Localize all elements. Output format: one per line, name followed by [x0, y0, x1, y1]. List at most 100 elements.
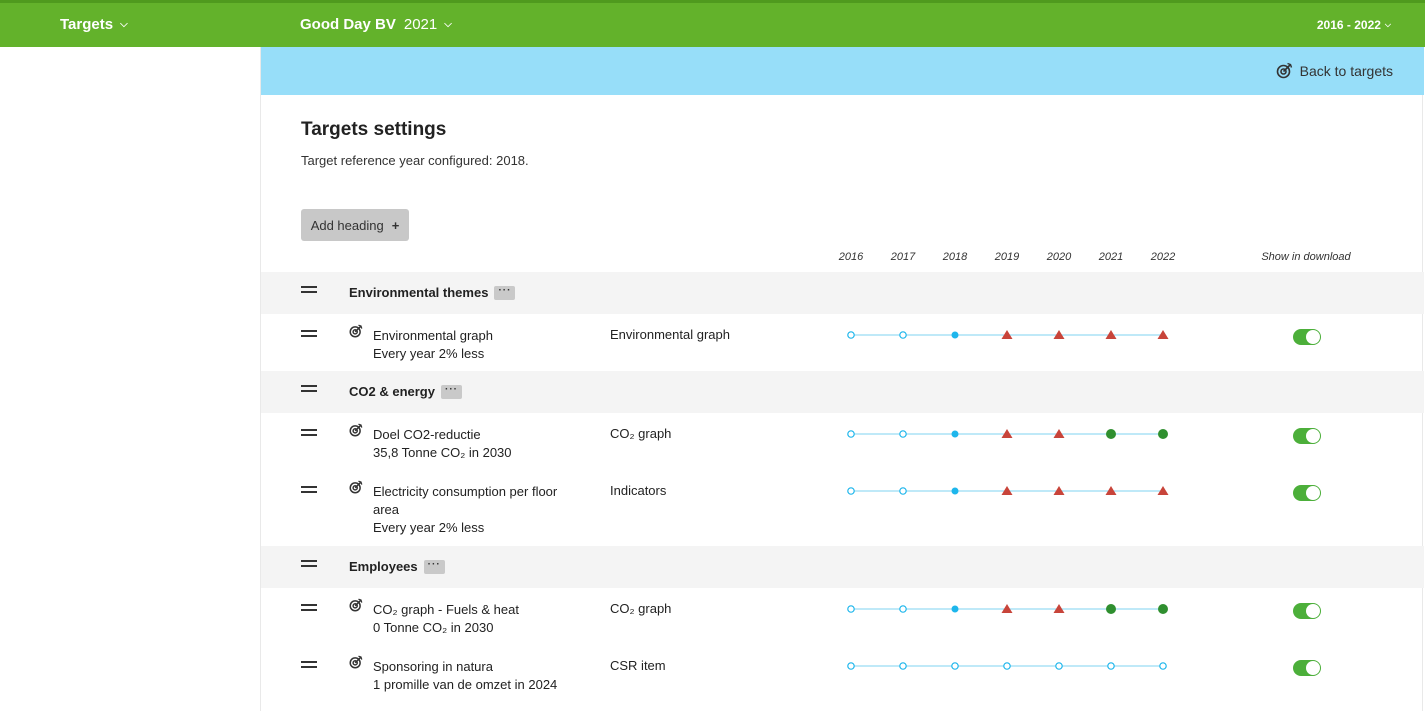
status-achieved-dot — [1106, 604, 1116, 614]
heading-title: CO2 & energy ··· — [349, 384, 462, 399]
show-in-download-toggle[interactable] — [1293, 329, 1321, 345]
target-graph: Indicators — [610, 483, 667, 498]
drag-handle-icon[interactable] — [301, 330, 317, 338]
target-name-cell[interactable]: Doel CO2-reductie 35,8 Tonne CO₂ in 2030 — [373, 426, 583, 462]
company-year: 2021 — [403, 16, 438, 33]
target-row: Electricity consumption per floor area Ev… — [261, 470, 1424, 546]
status-achieved-dot — [1158, 429, 1168, 439]
target-name: CO₂ graph - Fuels & heat — [373, 602, 519, 617]
target-name: Environmental graph — [373, 328, 493, 343]
back-to-targets-link[interactable]: Back to targets — [1276, 62, 1393, 79]
target-row: Sponsoring in natura 1 promille van de om… — [261, 645, 1424, 702]
year-column-header: 2022 — [1150, 251, 1176, 263]
chevron-down-icon: ⌵ — [1384, 20, 1391, 29]
target-name-cell[interactable]: CO₂ graph - Fuels & heat 0 Tonne CO₂ in 2… — [373, 601, 583, 637]
heading-title: Employees ··· — [349, 559, 445, 574]
show-in-download-toggle[interactable] — [1293, 485, 1321, 501]
year-range-label: 2016 - 2022 — [1316, 18, 1381, 32]
status-reference-dot — [951, 430, 959, 438]
show-in-download-header: Show in download — [1261, 251, 1351, 263]
target-description: 0 Tonne CO₂ in 2030 — [373, 620, 494, 635]
chevron-down-icon: ⌵ — [120, 19, 128, 30]
targets-menu-label: Targets — [60, 16, 114, 33]
target-description: 35,8 Tonne CO₂ in 2030 — [373, 445, 512, 460]
heading-row: Environmental themes ··· — [261, 272, 1424, 314]
status-reference-dot — [951, 331, 959, 339]
drag-handle-icon[interactable] — [301, 429, 317, 437]
drag-handle-icon[interactable] — [301, 486, 317, 494]
heading-label: Environmental themes — [349, 285, 489, 300]
target-description: Every year 2% less — [373, 520, 485, 535]
year-status — [841, 598, 1181, 623]
target-icon — [349, 423, 363, 442]
target-icon — [349, 598, 363, 617]
show-in-download-toggle[interactable] — [1293, 660, 1321, 676]
year-column-header: 2021 — [1098, 251, 1124, 263]
drag-handle-icon[interactable] — [301, 286, 317, 294]
chevron-down-icon: ⌵ — [444, 19, 452, 30]
target-name-cell[interactable]: Sponsoring in natura 1 promille van de om… — [373, 658, 583, 694]
plus-icon: + — [391, 217, 400, 233]
target-graph: Environmental graph — [610, 327, 730, 342]
more-options-button[interactable]: ··· — [494, 285, 516, 300]
status-open-dot — [1055, 662, 1063, 670]
status-achieved-dot — [1158, 604, 1168, 614]
target-name: Electricity consumption per floor area — [373, 484, 558, 517]
reference-year-text: Target reference year configured: 2018. — [301, 153, 529, 168]
add-heading-button[interactable]: Add heading + — [301, 209, 409, 241]
target-name-cell[interactable]: Environmental graph Every year 2% less — [373, 327, 583, 363]
company-name: Good Day BV — [300, 16, 396, 33]
target-icon — [349, 480, 363, 499]
year-range-selector[interactable]: 2016 - 2022 ⌵ — [1317, 18, 1391, 32]
status-open-dot — [847, 605, 855, 613]
status-reference-dot — [951, 605, 959, 613]
target-graph: CSR item — [610, 658, 666, 673]
year-column-header: 2017 — [890, 251, 916, 263]
year-status — [841, 655, 1181, 680]
year-status-track — [847, 662, 1167, 670]
status-open-dot — [847, 662, 855, 670]
target-icon — [349, 655, 363, 674]
more-options-button[interactable]: ··· — [423, 559, 445, 574]
action-bar: Back to targets — [261, 47, 1424, 95]
year-status-track — [847, 486, 1169, 495]
target-row: Environmental graph Every year 2% less Env… — [261, 314, 1424, 371]
drag-handle-icon[interactable] — [301, 661, 317, 669]
more-options-button[interactable]: ··· — [440, 384, 462, 399]
left-pane — [0, 47, 260, 711]
target-graph: CO₂ graph — [610, 601, 672, 616]
target-graph: CO₂ graph — [610, 426, 672, 441]
drag-handle-icon[interactable] — [301, 385, 317, 393]
year-column-header: 2016 — [838, 251, 864, 263]
targets-menu[interactable]: Targets ⌵ — [60, 16, 128, 33]
add-heading-label: Add heading — [310, 217, 384, 233]
company-selector[interactable]: Good Day BV 2021 ⌵ — [300, 16, 452, 33]
target-name-cell[interactable]: Electricity consumption per floor area Ev… — [373, 483, 583, 537]
status-open-dot — [899, 662, 907, 670]
back-to-targets-label: Back to targets — [1299, 62, 1393, 79]
year-status-track — [847, 429, 1168, 439]
year-status-track — [847, 604, 1168, 614]
year-column-header: 2020 — [1046, 251, 1072, 263]
status-open-dot — [899, 430, 907, 438]
status-open-dot — [847, 331, 855, 339]
year-column-header: 2018 — [942, 251, 968, 263]
status-open-dot — [951, 662, 959, 670]
year-status — [841, 423, 1181, 448]
year-status — [841, 480, 1181, 505]
target-row: Doel CO2-reductie 35,8 Tonne CO₂ in 2030 C… — [261, 413, 1424, 470]
target-description: Every year 2% less — [373, 346, 485, 361]
status-reference-dot — [951, 487, 959, 495]
status-open-dot — [1107, 662, 1115, 670]
year-status-track — [847, 330, 1169, 339]
show-in-download-toggle[interactable] — [1293, 428, 1321, 444]
main-panel: Back to targets Targets settings Target … — [260, 47, 1424, 711]
status-achieved-dot — [1106, 429, 1116, 439]
drag-handle-icon[interactable] — [301, 560, 317, 568]
heading-title: Environmental themes ··· — [349, 285, 516, 300]
status-open-dot — [899, 331, 907, 339]
drag-handle-icon[interactable] — [301, 604, 317, 612]
show-in-download-toggle[interactable] — [1293, 603, 1321, 619]
page-title: Targets settings — [301, 119, 447, 140]
heading-label: CO2 & energy — [349, 384, 435, 399]
